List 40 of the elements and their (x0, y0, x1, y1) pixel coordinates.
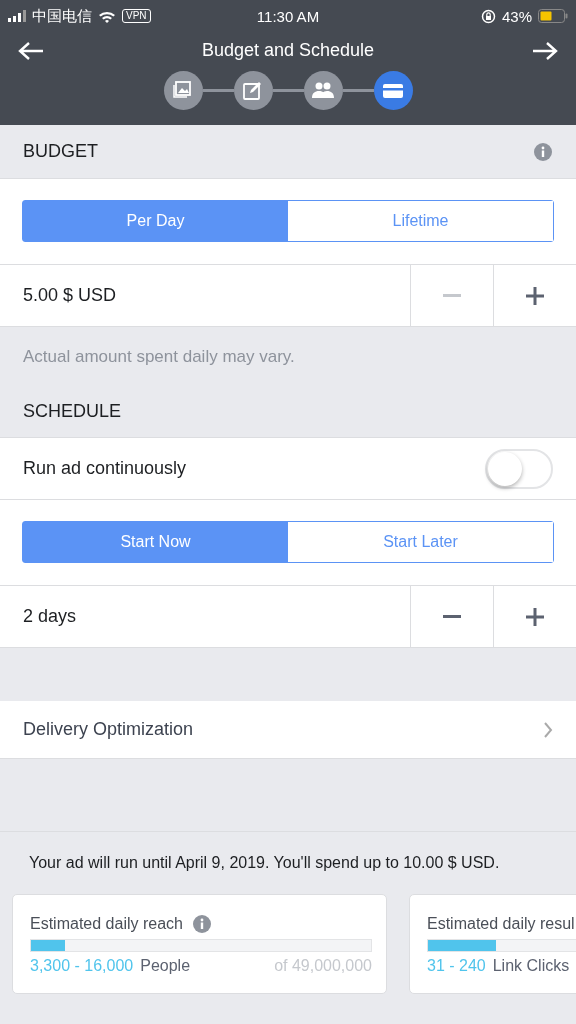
plus-icon (526, 607, 544, 626)
segment-tab[interactable]: Start Now (23, 522, 288, 562)
back-arrow-icon[interactable] (18, 40, 44, 61)
step-button[interactable] (233, 71, 273, 110)
toggle-switch[interactable] (485, 448, 553, 489)
step-button[interactable] (303, 71, 343, 110)
section-heading: SCHEDULE (23, 400, 122, 422)
estimate-title: Estimated daily resul (427, 915, 575, 933)
vpn-badge: VPN (122, 9, 151, 23)
estimate-title: Estimated daily reach (30, 915, 183, 933)
forward-arrow-icon[interactable] (532, 40, 558, 61)
section-heading: BUDGET (23, 141, 98, 162)
screen-title: Budget and Schedule (201, 40, 375, 61)
wifi-icon (98, 9, 116, 23)
battery-icon (538, 9, 568, 23)
carrier-name: 中国电信 (32, 6, 92, 26)
estimate-range: 31 - 240 (427, 957, 486, 975)
info-icon[interactable] (192, 915, 211, 933)
info-icon[interactable] (534, 142, 552, 161)
segment-tab[interactable]: Per Day (23, 201, 288, 241)
value-text: 5.00 $ USD (23, 285, 118, 306)
battery-percent: 43% (501, 7, 532, 25)
chevron-right-icon (543, 721, 553, 738)
step-button[interactable] (163, 71, 203, 110)
rotation-lock-icon (480, 8, 496, 24)
plus-icon (526, 286, 544, 305)
toggle-label: Run ad continuously (23, 458, 187, 479)
estimate-unit: Link Clicks (492, 957, 571, 975)
signal-icon (8, 10, 26, 22)
delivery-row[interactable]: Delivery Optimization (0, 701, 576, 759)
helper-text: Actual amount spent daily may vary. (22, 346, 296, 368)
estimate-unit: People (140, 957, 192, 975)
clock-time: 11:30 AM (255, 7, 321, 25)
minus-icon (443, 293, 461, 298)
summary-text: Your ad will run until April 9, 2019. You'll spend up to 10.00 $ USD. (28, 854, 501, 873)
minus-icon (443, 614, 461, 619)
estimate-range: 3,300 - 16,000 (30, 957, 134, 975)
value-text: 2 days (23, 606, 78, 627)
estimate-total: of 49,000,000 (274, 957, 372, 975)
step-button[interactable] (373, 71, 413, 110)
